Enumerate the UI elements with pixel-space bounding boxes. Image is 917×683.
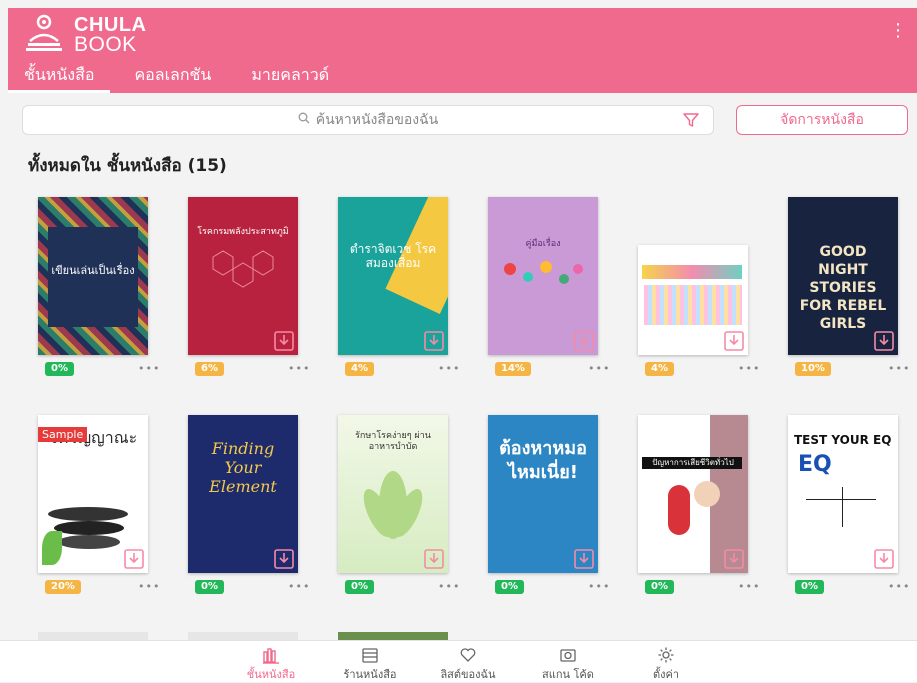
download-icon[interactable]	[274, 549, 294, 569]
progress-badge: 0%	[645, 580, 674, 594]
book-cover-partial	[188, 632, 298, 640]
progress-badge: 20%	[45, 580, 81, 594]
book-cover[interactable]: คู่มือเรื่อง	[488, 197, 598, 355]
nav-bookshelf[interactable]: ชั้นหนังสือ	[231, 645, 311, 683]
tab-mycloud[interactable]: มายคลาวด์	[235, 63, 345, 93]
search-bar[interactable]: ค้นหาหนังสือของฉัน	[22, 105, 714, 135]
section-title: ทั้งหมดใน ชั้นหนังสือ (15)	[28, 156, 227, 176]
book-cover[interactable]: โรคกรมพลังประสาทภูมิ	[188, 197, 298, 355]
sample-badge: Sample	[38, 427, 88, 442]
nav-settings[interactable]: ตั้งค่า	[626, 645, 706, 683]
progress-badge: 0%	[795, 580, 824, 594]
book-title: GOOD NIGHT STORIES FOR REBEL GIRLS	[799, 244, 887, 332]
progress-badge: 0%	[495, 580, 524, 594]
book-cover[interactable]: ตำราจิตเวช โรคสมองเสื่อม	[338, 197, 448, 355]
more-options-icon[interactable]: •••	[738, 580, 760, 593]
more-options-icon[interactable]: •••	[588, 580, 610, 593]
more-options-icon[interactable]: •••	[138, 580, 160, 593]
book-title: เขียนเล่นเป็นเรื่อง	[51, 264, 135, 277]
more-options-icon[interactable]: •••	[288, 362, 310, 375]
logo-line2: BOOK	[74, 33, 137, 56]
book-cover[interactable]: ปัญหาการเสียชีวิตทั่วไป	[638, 415, 748, 573]
book-title: โรคกรมพลังประสาทภูมิ	[197, 227, 289, 237]
chula-logo-icon	[26, 14, 62, 51]
progress-badge: 0%	[195, 580, 224, 594]
nav-label: สแกน โค้ด	[542, 668, 594, 681]
download-icon[interactable]	[124, 549, 144, 569]
download-icon[interactable]	[874, 549, 894, 569]
book-cover[interactable]: GOOD NIGHT STORIES FOR REBEL GIRLS	[788, 197, 898, 355]
book-title: รักษาโรคง่ายๆ ผ่านอาหารบำบัด	[355, 431, 431, 452]
book-title: ตำราจิตเวช โรคสมองเสื่อม	[349, 242, 437, 270]
book-cover[interactable]: เขียนเล่นเป็นเรื่อง	[38, 197, 148, 355]
more-options-icon[interactable]: •••	[588, 362, 610, 375]
search-input[interactable]: ค้นหาหนังสือของฉัน	[316, 109, 439, 131]
more-options-icon[interactable]: •••	[438, 362, 460, 375]
main-tabs: ชั้นหนังสือ คอลเลกชัน มายคลาวด์	[8, 63, 345, 93]
more-options-icon[interactable]: •••	[138, 362, 160, 375]
nav-scan-code[interactable]: สแกน โค้ด	[528, 645, 608, 683]
bookshelf-icon	[231, 645, 311, 665]
book-cover[interactable]: ต้องหาหมอไหมเนี่ย!	[488, 415, 598, 573]
tab-collection[interactable]: คอลเลกชัน	[118, 63, 227, 93]
nav-label: ชั้นหนังสือ	[246, 668, 296, 681]
app-logo: CHULA BOOK	[22, 11, 146, 61]
nav-bookstore[interactable]: ร้านหนังสือ	[330, 645, 410, 683]
store-icon	[330, 645, 410, 665]
nav-my-list[interactable]: ลิสต์ของฉัน	[428, 645, 508, 683]
gear-icon	[626, 645, 706, 665]
download-icon[interactable]	[574, 331, 594, 351]
progress-badge: 14%	[495, 362, 531, 376]
heart-icon	[428, 645, 508, 665]
manage-books-button[interactable]: จัดการหนังสือ	[736, 105, 908, 135]
book-title: Finding Your Element	[209, 439, 277, 496]
book-cover[interactable]: Finding Your Element	[188, 415, 298, 573]
download-icon[interactable]	[274, 331, 294, 351]
book-cover[interactable]	[638, 245, 748, 355]
app-name: CHULA BOOK	[74, 15, 147, 55]
camera-icon	[528, 645, 608, 665]
more-options-icon[interactable]: •••	[738, 362, 760, 375]
download-icon[interactable]	[724, 331, 744, 351]
download-icon[interactable]	[724, 549, 744, 569]
book-cover[interactable]: รักษาโรคง่ายๆ ผ่านอาหารบำบัด	[338, 415, 448, 573]
download-icon[interactable]	[424, 549, 444, 569]
progress-badge: 0%	[345, 580, 374, 594]
tab-bookshelf[interactable]: ชั้นหนังสือ	[8, 63, 111, 93]
more-options-icon[interactable]: •••	[288, 580, 310, 593]
download-icon[interactable]	[874, 331, 894, 351]
progress-badge: 4%	[645, 362, 674, 376]
book-cover[interactable]: EQ TEST YOUR EQ	[788, 415, 898, 573]
filter-icon[interactable]	[683, 112, 699, 128]
progress-badge: 4%	[345, 362, 374, 376]
progress-badge: 0%	[45, 362, 74, 376]
more-options-icon[interactable]: •••	[888, 580, 910, 593]
more-vertical-icon[interactable]: ⋮	[889, 22, 907, 40]
nav-label: ร้านหนังสือ	[343, 668, 397, 681]
book-title: ต้องหาหมอไหมเนี่ย!	[499, 438, 587, 483]
book-cover-partial	[338, 632, 448, 640]
book-title: คู่มือเรื่อง	[525, 239, 561, 249]
book-title: TEST YOUR EQ	[794, 433, 892, 447]
nav-label: ลิสต์ของฉัน	[440, 668, 496, 681]
more-options-icon[interactable]: •••	[888, 362, 910, 375]
more-options-icon[interactable]: •••	[438, 580, 460, 593]
app-header: CHULA BOOK ⋮ ชั้นหนังสือ คอลเลกชัน มายคล…	[8, 8, 917, 93]
download-icon[interactable]	[574, 549, 594, 569]
progress-badge: 10%	[795, 362, 831, 376]
search-icon	[298, 112, 310, 128]
nav-label: ตั้งค่า	[652, 668, 680, 681]
progress-badge: 6%	[195, 362, 224, 376]
book-cover-partial	[38, 632, 148, 640]
book-cover[interactable]: จิตวิญญาณะ Sample	[38, 415, 148, 573]
book-title: ปัญหาการเสียชีวิตทั่วไป	[652, 458, 734, 467]
download-icon[interactable]	[424, 331, 444, 351]
bottom-navigation: ชั้นหนังสือ ร้านหนังสือ ลิสต์ของฉัน สแกน…	[0, 640, 917, 682]
